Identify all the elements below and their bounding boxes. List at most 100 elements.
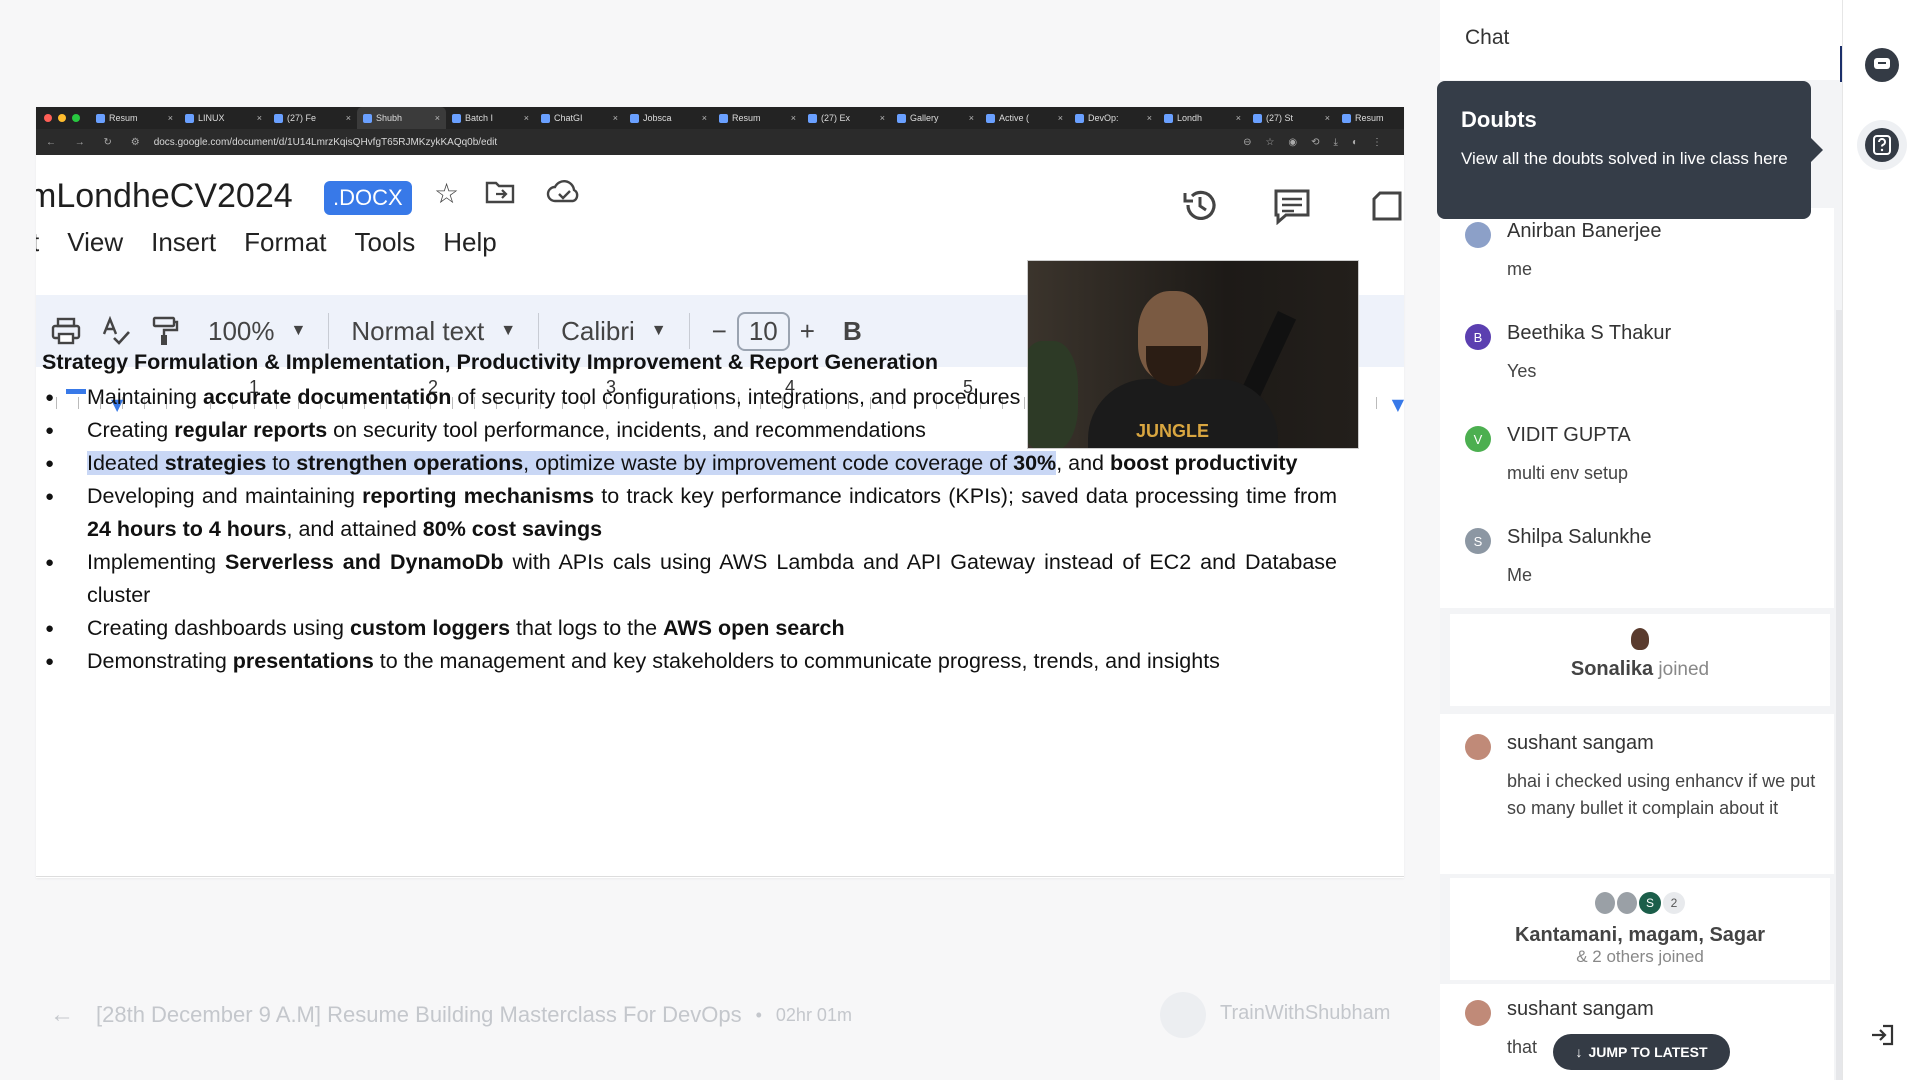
session-title: [28th December 9 A.M] Resume Building Ma… [96, 1002, 742, 1027]
chevron-down-icon: ▼ [500, 322, 517, 339]
browser-tab[interactable]: (27) St × [1247, 107, 1336, 129]
tooltip-text: View all the doubts solved in live class… [1461, 149, 1788, 168]
chat-messages[interactable]: Anirban Banerjee me B Beethika S Thakur … [1440, 208, 1834, 608]
close-tab-icon[interactable]: × [1236, 113, 1241, 123]
tab-label: Londh [1177, 113, 1203, 123]
browser-tab[interactable]: Gallery × [891, 107, 980, 129]
minimize-window-icon[interactable] [58, 114, 66, 122]
presenter-webcam: JUNGLE [1027, 260, 1359, 449]
increase-font-size-button[interactable]: + [800, 316, 815, 347]
menu-edit[interactable]: t [36, 227, 39, 258]
browser-action-icons[interactable]: ⊖☆◉⟲⤓◐⋮ [1243, 137, 1404, 148]
sender-name: Anirban Banerjee [1507, 220, 1662, 242]
decrease-font-size-button[interactable]: − [712, 316, 727, 347]
menu-tools[interactable]: Tools [355, 227, 416, 258]
close-tab-icon[interactable]: × [1147, 113, 1152, 123]
spellcheck-icon[interactable] [96, 316, 136, 346]
close-tab-icon[interactable]: × [168, 113, 173, 123]
browser-tab[interactable]: Active (× [980, 107, 1069, 129]
menu-format[interactable]: Format [244, 227, 326, 258]
menu-insert[interactable]: Insert [151, 227, 216, 258]
tab-favicon [363, 113, 372, 123]
text-run: , optimize waste by improvement code cov… [523, 451, 1014, 475]
bullet-item: Demonstrating presentations to the manag… [42, 645, 1337, 678]
browser-tab[interactable]: ChatGI × [535, 107, 624, 129]
menu-view[interactable]: View [67, 227, 123, 258]
browser-tab[interactable]: Batch I × [446, 107, 535, 129]
avatar: S [1465, 528, 1491, 554]
jump-to-latest-button[interactable]: ↓ JUMP TO LATEST [1553, 1034, 1730, 1070]
chat-messages[interactable]: sushant sangam bhai i checked using enha… [1440, 714, 1834, 874]
font-value: Calibri [561, 315, 635, 346]
url-text[interactable]: docs.google.com/document/d/1U14LmrzKqisQ… [154, 137, 1243, 148]
tooltip-title: Doubts [1461, 107, 1537, 132]
close-tab-icon[interactable]: × [1058, 113, 1063, 123]
tab-label: Resum [1355, 113, 1384, 123]
jump-label: JUMP TO LATEST [1588, 1044, 1708, 1060]
bold-text-run: 30% [1013, 451, 1057, 475]
browser-tab[interactable]: Londh × [1158, 107, 1247, 129]
tab-label: (27) St [1266, 113, 1294, 123]
font-select[interactable]: Calibri ▼ [547, 316, 681, 347]
close-tab-icon[interactable]: × [613, 113, 618, 123]
close-tab-icon[interactable]: × [435, 113, 440, 123]
version-history-icon[interactable] [1180, 185, 1220, 229]
paint-format-icon[interactable] [136, 315, 194, 347]
zoom-value: 100% [208, 315, 275, 346]
tab-favicon [897, 113, 906, 123]
browser-tab[interactable]: Shubh × [357, 107, 446, 129]
avatar: B [1465, 324, 1491, 350]
browser-tab[interactable]: (27) Fe × [268, 107, 357, 129]
close-tab-icon[interactable]: × [969, 113, 974, 123]
browser-nav-icons[interactable]: ← → ↻ ⚙ [36, 137, 154, 148]
browser-tab[interactable]: Resum× [713, 107, 802, 129]
tab-label: DevOp: [1088, 113, 1119, 123]
browser-tab[interactable]: DevOp: × [1069, 107, 1158, 129]
bold-text-run: reporting mechanisms [362, 484, 595, 508]
menu-help[interactable]: Help [443, 227, 496, 258]
toolbar-divider [328, 313, 330, 349]
maximize-window-icon[interactable] [72, 114, 80, 122]
avatar [1595, 892, 1615, 914]
browser-tab[interactable]: Resum× [1336, 107, 1404, 129]
avatar: S [1639, 892, 1661, 914]
bold-text-run: 24 hours to 4 hours [87, 517, 287, 541]
close-tab-icon[interactable]: × [257, 113, 262, 123]
leave-icon[interactable] [1865, 1018, 1899, 1052]
right-indent-marker-icon[interactable]: ▼ [1392, 395, 1404, 414]
join-notice: Sonalika joined [1450, 614, 1830, 706]
bold-button[interactable]: B [829, 316, 876, 347]
side-panel-icon[interactable] [1370, 189, 1404, 227]
close-window-icon[interactable] [44, 114, 52, 122]
close-tab-icon[interactable]: × [702, 113, 707, 123]
cloud-saved-icon[interactable] [546, 179, 582, 209]
tab-favicon [1342, 113, 1351, 123]
browser-tab[interactable]: (27) Ex × [802, 107, 891, 129]
address-bar[interactable]: ← → ↻ ⚙ docs.google.com/document/d/1U14L… [36, 129, 1404, 155]
docs-menu-bar: t View Insert Format Tools Help [36, 227, 497, 258]
joined-avatars: S 2 [1450, 892, 1830, 914]
bullet-item: Implementing Serverless and DynamoDb wit… [42, 546, 1337, 612]
star-icon[interactable]: ☆ [434, 177, 459, 210]
close-tab-icon[interactable]: × [524, 113, 529, 123]
browser-tab[interactable]: Resum× [90, 107, 179, 129]
back-arrow-icon[interactable]: ← [50, 1001, 74, 1029]
docx-badge: .DOCX [324, 181, 412, 215]
tab-favicon [274, 113, 283, 123]
print-icon[interactable] [36, 316, 96, 346]
style-select[interactable]: Normal text ▼ [337, 316, 530, 347]
close-tab-icon[interactable]: × [346, 113, 351, 123]
font-size-input[interactable]: 10 [736, 311, 790, 351]
comments-icon[interactable] [1272, 187, 1312, 229]
move-folder-icon[interactable] [484, 177, 516, 211]
close-tab-icon[interactable]: × [791, 113, 796, 123]
chat-icon[interactable] [1865, 48, 1899, 82]
doubts-button[interactable] [1857, 120, 1907, 170]
browser-tab[interactable]: LINUX × [179, 107, 268, 129]
close-tab-icon[interactable]: × [1325, 113, 1330, 123]
document-title[interactable]: mLondheCV2024 [36, 177, 293, 216]
browser-tab[interactable]: Jobsca × [624, 107, 713, 129]
others-count: 2 [1663, 892, 1685, 914]
zoom-select[interactable]: 100% ▼ [194, 316, 320, 347]
close-tab-icon[interactable]: × [880, 113, 885, 123]
